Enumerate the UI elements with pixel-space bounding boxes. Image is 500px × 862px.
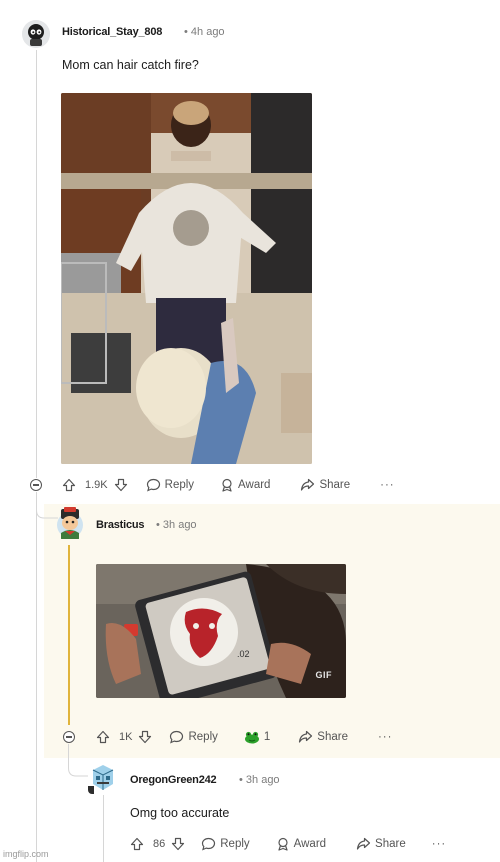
downvote-button[interactable]: [114, 478, 128, 492]
reply-label: Reply: [164, 479, 195, 491]
avatar[interactable]: [56, 507, 84, 539]
username[interactable]: Historical_Stay_808: [62, 26, 162, 38]
collapse-button[interactable]: [63, 731, 75, 743]
vote-count: 1K: [119, 731, 133, 743]
share-button[interactable]: Share: [300, 478, 350, 492]
gif-badge: GIF: [315, 670, 332, 680]
more-options-icon: ···: [380, 479, 395, 491]
downvote-icon: [114, 478, 127, 492]
more-options-button[interactable]: ···: [380, 479, 395, 491]
comment-body: Omg too accurate: [130, 806, 230, 820]
thread-elbow: [68, 744, 90, 777]
share-label: Share: [375, 838, 406, 850]
reply-label: Reply: [188, 731, 218, 743]
vote-count: 86: [153, 838, 166, 850]
reply-button[interactable]: Reply: [169, 730, 218, 744]
upvote-icon: [62, 478, 76, 492]
upvote-icon: [96, 730, 110, 744]
share-label: Share: [319, 479, 351, 491]
highlight-thread-line: [68, 545, 70, 725]
downvote-button[interactable]: [138, 730, 152, 744]
award-icon: [278, 837, 288, 851]
thread-line: [103, 795, 104, 862]
username[interactable]: OregonGreen242: [130, 774, 217, 786]
award-button[interactable]: Award: [276, 837, 326, 851]
action-bar: 86 Reply Award Share ···: [130, 834, 446, 854]
svg-text:.02: .02: [237, 649, 250, 659]
more-options-button[interactable]: ···: [378, 731, 393, 743]
action-bar: 1K Reply 1 Share ···: [96, 727, 392, 747]
award-label: Award: [238, 479, 271, 491]
comment-image[interactable]: [61, 93, 312, 464]
upvote-button[interactable]: [130, 837, 144, 851]
award-button[interactable]: Award: [220, 478, 270, 492]
thread-line: [36, 50, 37, 478]
frog-award-icon: [244, 731, 259, 744]
upvote-button[interactable]: [62, 478, 76, 492]
downvote-button[interactable]: [171, 837, 185, 851]
downvote-icon: [172, 837, 185, 851]
timestamp: • 3h ago: [156, 519, 197, 531]
reply-button[interactable]: Reply: [146, 478, 194, 492]
comment-gif[interactable]: .02 GIF: [96, 564, 346, 698]
award-badge[interactable]: 1: [244, 730, 270, 744]
upvote-button[interactable]: [96, 730, 110, 744]
share-icon: [356, 837, 371, 850]
award-icon: [222, 478, 232, 492]
username[interactable]: Brasticus: [96, 519, 145, 531]
reply-icon: [170, 730, 184, 744]
share-icon: [299, 730, 313, 743]
comment-body: Mom can hair catch fire?: [62, 58, 199, 72]
share-label: Share: [317, 731, 348, 743]
more-options-button[interactable]: ···: [432, 838, 447, 850]
action-bar: 1.9K Reply Award Share ···: [62, 475, 395, 495]
reply-icon: [202, 837, 216, 851]
share-button[interactable]: Share: [356, 837, 406, 851]
timestamp: • 4h ago: [184, 26, 225, 38]
reply-icon: [146, 478, 160, 492]
award-label: Award: [293, 838, 327, 850]
avatar[interactable]: [88, 762, 118, 794]
collapse-button[interactable]: [30, 479, 42, 491]
thread-line: [36, 492, 37, 862]
more-options-icon: ···: [377, 731, 393, 743]
thread-elbow: [36, 500, 58, 519]
downvote-icon: [139, 730, 152, 744]
vote-count: 1.9K: [85, 479, 108, 491]
avatar[interactable]: [22, 20, 50, 48]
more-options-icon: ···: [431, 838, 447, 850]
share-button[interactable]: Share: [298, 730, 348, 744]
award-count: 1: [263, 731, 271, 743]
reply-button[interactable]: Reply: [201, 837, 250, 851]
watermark: imgflip.com: [3, 849, 49, 859]
share-icon: [301, 478, 315, 491]
reply-label: Reply: [220, 838, 250, 850]
upvote-icon: [130, 837, 144, 851]
timestamp: • 3h ago: [239, 774, 280, 786]
